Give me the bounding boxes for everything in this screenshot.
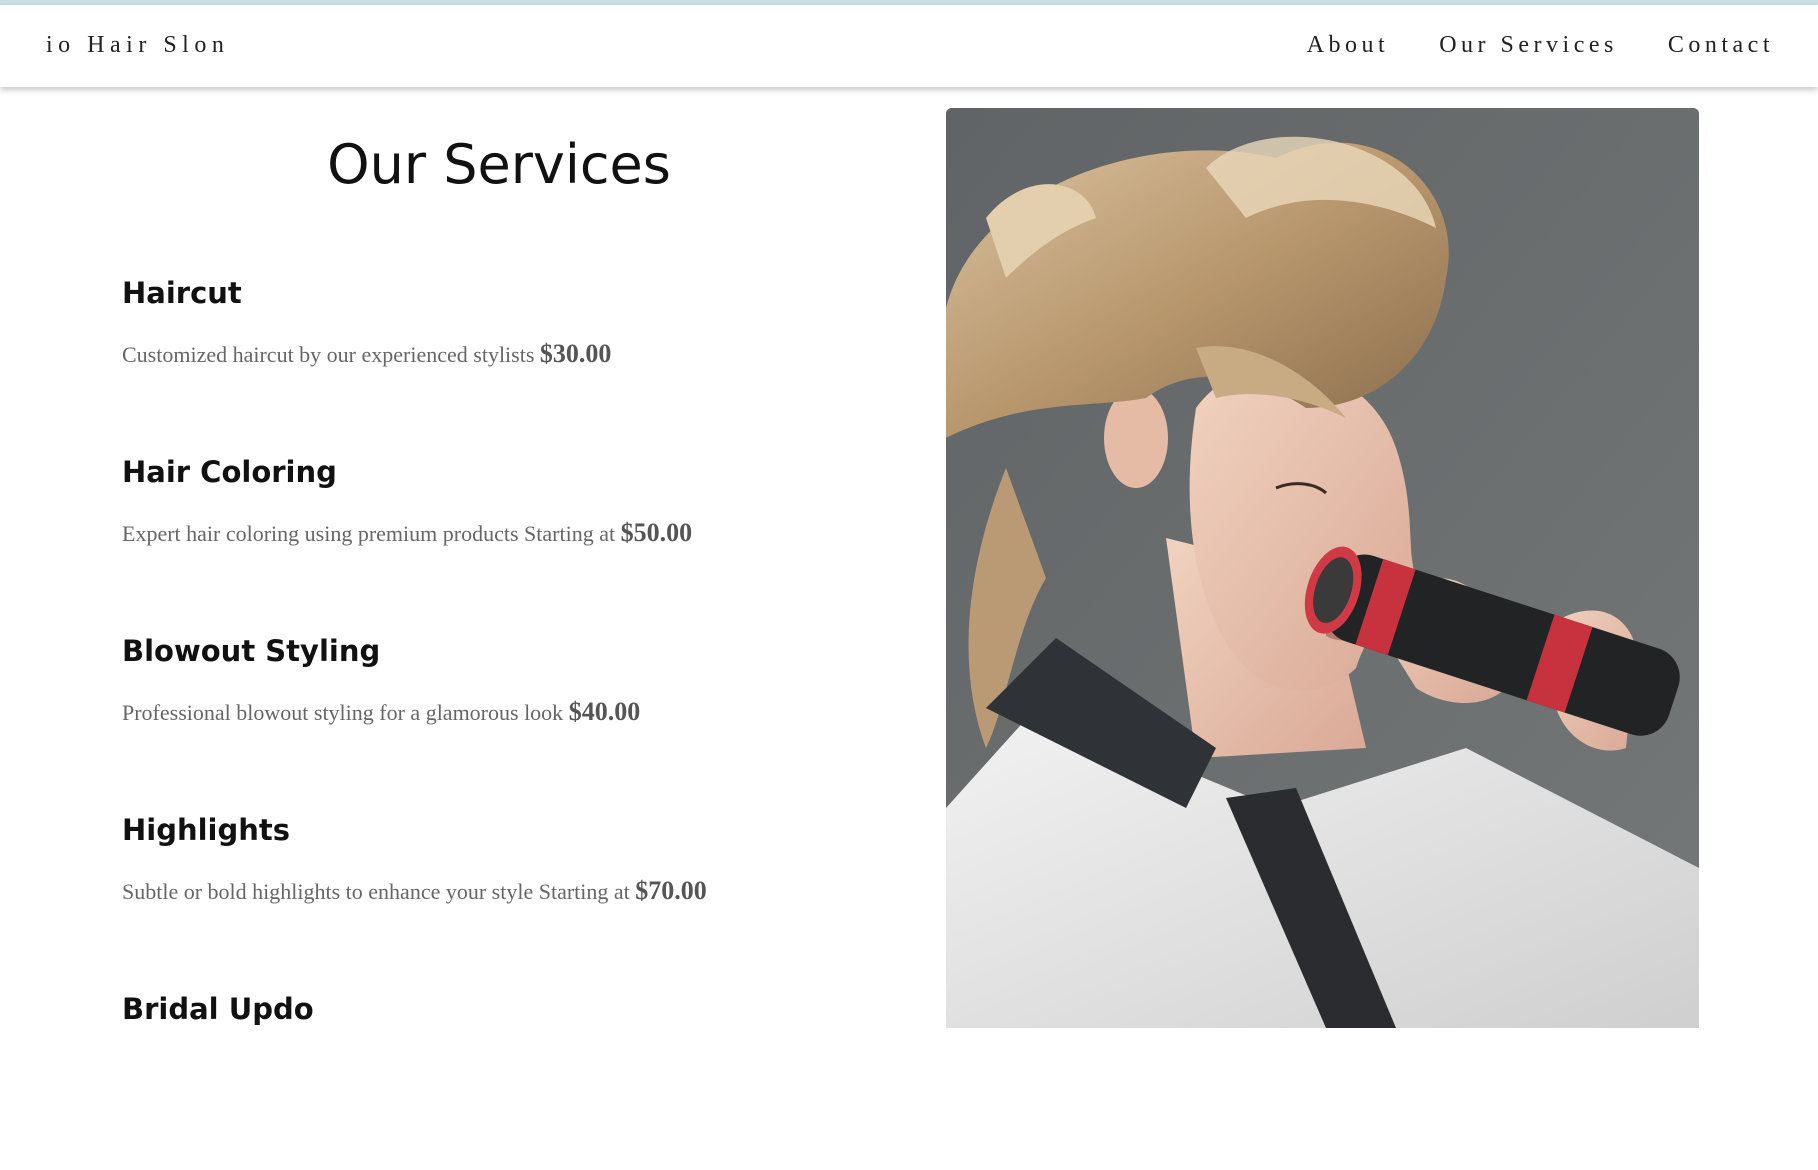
service-name: Bridal Updo <box>122 992 314 1026</box>
service-description: Expert hair coloring using premium produ… <box>122 521 616 546</box>
service-item-blowout-styling: Blowout Styling Professional blowout sty… <box>122 633 922 812</box>
service-description-row: Professional blowout styling for a glamo… <box>122 697 922 727</box>
main-nav: About Our Services Contact <box>1307 32 1774 59</box>
service-description: Customized haircut by our experienced st… <box>122 342 535 367</box>
service-item-bridal-updo: Bridal Updo <box>122 991 922 1170</box>
service-item-highlights: Highlights Subtle or bold highlights to … <box>122 812 922 991</box>
service-name: Blowout Styling <box>122 634 381 668</box>
service-name: Haircut <box>122 276 242 310</box>
service-description: Professional blowout styling for a glamo… <box>122 700 564 725</box>
service-item-haircut: Haircut Customized haircut by our experi… <box>122 275 922 454</box>
service-description-row: Customized haircut by our experienced st… <box>122 339 922 369</box>
service-name: Highlights <box>122 813 291 847</box>
navbar: io Hair Slon About Our Services Contact <box>0 5 1818 87</box>
service-item-hair-coloring: Hair Coloring Expert hair coloring using… <box>122 454 922 633</box>
service-description: Subtle or bold highlights to enhance you… <box>122 879 630 904</box>
service-price: $30.00 <box>539 339 612 368</box>
hero-photo-stylist <box>946 108 1699 1028</box>
nav-link-contact[interactable]: Contact <box>1668 32 1774 59</box>
service-price: $40.00 <box>568 697 641 726</box>
service-description-row: Subtle or bold highlights to enhance you… <box>122 876 922 906</box>
service-name: Hair Coloring <box>122 455 337 489</box>
service-list: Haircut Customized haircut by our experi… <box>122 275 922 1170</box>
service-description-row: Expert hair coloring using premium produ… <box>122 518 922 548</box>
service-price: $50.00 <box>620 518 693 547</box>
nav-link-about[interactable]: About <box>1307 32 1390 59</box>
nav-link-our-services[interactable]: Our Services <box>1439 32 1618 59</box>
brand-logo-text[interactable]: io Hair Slon <box>46 32 229 59</box>
services-section: Our Services Haircut Customized haircut … <box>0 87 940 1026</box>
main-content: Our Services Haircut Customized haircut … <box>0 87 1818 1028</box>
page-title: Our Services <box>327 133 671 196</box>
service-price: $70.00 <box>635 876 707 905</box>
hero-photo-illustration <box>946 108 1699 1028</box>
